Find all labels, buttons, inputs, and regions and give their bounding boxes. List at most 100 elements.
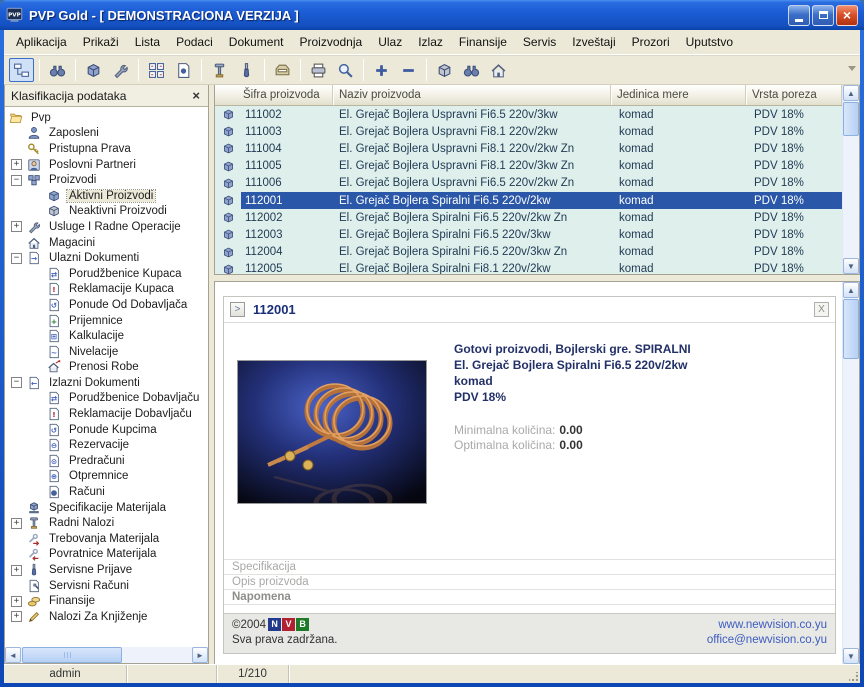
tree-item-porud-benice-dobavlja-u[interactable]: ⇄Porudžbenice Dobavljaču [5, 391, 208, 407]
tree-item-prijemnice[interactable]: +Prijemnice [5, 313, 208, 329]
tree-item-ponude-od-dobavlja-a[interactable]: ↺Ponude Od Dobavljača [5, 297, 208, 313]
tree-item-izlazni-dokumenti[interactable]: −←Izlazni Dokumenti [5, 375, 208, 391]
tree-item-poslovni-partneri[interactable]: +Poslovni Partneri [5, 157, 208, 173]
tree-item-kalkulacije[interactable]: ⊞Kalkulacije [5, 328, 208, 344]
tree-item-zaposleni[interactable]: Zaposleni [5, 126, 208, 142]
tree-item-magacini[interactable]: Magacini [5, 235, 208, 251]
tree-item-trebovanja-materijala[interactable]: Trebovanja Materijala [5, 531, 208, 547]
tree-item-otpremnice[interactable]: ⊕Otpremnice [5, 469, 208, 485]
tree-item-povratnice-materijala[interactable]: Povratnice Materijala [5, 547, 208, 563]
table-row-112002[interactable]: 112002El. Grejač Bojlera Spiralni Fi6.5 … [215, 209, 842, 226]
table-row-111003[interactable]: 111003El. Grejač Bojlera Uspravni Fi8.1 … [215, 123, 842, 140]
expander-plus-icon[interactable]: + [11, 159, 22, 170]
menu-izlaz[interactable]: Izlaz [410, 32, 451, 52]
menu-finansije[interactable]: Finansije [451, 32, 515, 52]
tree-item-nalozi-za-knji-enje[interactable]: +Nalozi Za Knjiženje [5, 609, 208, 625]
expander-plus-icon[interactable]: + [11, 565, 22, 576]
table-row-111004[interactable]: 111004El. Grejač Bojlera Uspravni Fi8.1 … [215, 140, 842, 157]
toolbar-overflow-icon[interactable] [848, 66, 856, 71]
menu-ulaz[interactable]: Ulaz [370, 32, 410, 52]
menu-servis[interactable]: Servis [515, 32, 564, 52]
section-napomena[interactable]: Napomena [224, 589, 835, 605]
email-link[interactable]: office@newvision.co.yu [707, 633, 827, 648]
minimize-button[interactable] [788, 5, 810, 26]
tree-item-predra-uni[interactable]: ⊙Predračuni [5, 453, 208, 469]
column-header-unit[interactable]: Jedinica mere [611, 85, 746, 105]
table-row-111006[interactable]: 111006El. Grejač Bojlera Uspravni Fi6.5 … [215, 175, 842, 192]
tree-item-prenosi-robe[interactable]: Prenosi Robe [5, 360, 208, 376]
resize-grip[interactable] [844, 665, 860, 683]
table-row-112004[interactable]: 112004El. Grejač Bojlera Spiralni Fi6.5 … [215, 244, 842, 261]
expander-plus-icon[interactable]: + [11, 611, 22, 622]
tree-item-pvp[interactable]: Pvp [5, 110, 208, 126]
expander-minus-icon[interactable]: − [11, 253, 22, 264]
table-vertical-scrollbar[interactable]: ▲ ▼ [842, 85, 859, 274]
menu-dokument[interactable]: Dokument [221, 32, 292, 52]
expander-minus-icon[interactable]: − [11, 377, 22, 388]
menu-podaci[interactable]: Podaci [168, 32, 221, 52]
home-button[interactable] [486, 58, 511, 82]
section-specifikacija[interactable]: Specifikacija [224, 559, 835, 574]
find-button[interactable] [459, 58, 484, 82]
calculations-button[interactable] [144, 58, 169, 82]
tree-item-nivelacije[interactable]: ~Nivelacije [5, 344, 208, 360]
service-orders-button[interactable] [234, 58, 259, 82]
table-row-111002[interactable]: 111002El. Grejač Bojlera Uspravni Fi6.5 … [215, 106, 842, 123]
column-header-code[interactable]: Šifra proizvoda [215, 85, 333, 105]
expander-plus-icon[interactable]: + [11, 596, 22, 607]
detail-vertical-scrollbar[interactable]: ▲ ▼ [842, 282, 859, 664]
tree-item-ponude-kupcima[interactable]: ↺Ponude Kupcima [5, 422, 208, 438]
scroll-right-icon[interactable]: ► [192, 647, 208, 663]
menu-izve-taji[interactable]: Izveštaji [564, 32, 623, 52]
tree-horizontal-scrollbar[interactable]: ◄ ► [5, 647, 208, 663]
table-row-112001[interactable]: 112001El. Grejač Bojlera Spiralni Fi6.5 … [215, 192, 842, 209]
section-opis-proizvoda[interactable]: Opis proizvoda [224, 574, 835, 589]
tree-item-reklamacije-kupaca[interactable]: !Reklamacije Kupaca [5, 282, 208, 298]
tree-item-usluge-i-radne-operacije[interactable]: +Usluge I Radne Operacije [5, 219, 208, 235]
detail-expand-button[interactable]: > [230, 302, 245, 317]
detail-close-button[interactable]: X [814, 302, 829, 317]
scrollbar-track[interactable] [843, 360, 859, 648]
table-row-111005[interactable]: 111005El. Grejač Bojlera Uspravni Fi8.1 … [215, 158, 842, 175]
scrollbar-thumb[interactable] [22, 647, 122, 663]
tree-item-reklamacije-dobavlja-u[interactable]: !Reklamacije Dobavljaču [5, 406, 208, 422]
tree-item-ra-uni[interactable]: ●Računi [5, 484, 208, 500]
data-button[interactable] [432, 58, 457, 82]
scrollbar-track[interactable] [843, 137, 859, 258]
scroll-left-icon[interactable]: ◄ [5, 647, 21, 663]
website-link[interactable]: www.newvision.co.yu [707, 618, 827, 633]
tree-item-proizvodi[interactable]: −Proizvodi [5, 172, 208, 188]
maximize-button[interactable] [812, 5, 834, 26]
column-header-name[interactable]: Naziv proizvoda [333, 85, 611, 105]
menu-prika-i[interactable]: Prikaži [75, 32, 127, 52]
scroll-up-icon[interactable]: ▲ [843, 282, 859, 298]
print-preview-button[interactable] [333, 58, 358, 82]
scroll-up-icon[interactable]: ▲ [843, 85, 859, 101]
tree-item-pristupna-prava[interactable]: Pristupna Prava [5, 141, 208, 157]
add-button[interactable] [369, 58, 394, 82]
expander-plus-icon[interactable]: + [11, 518, 22, 529]
scrollbar-thumb[interactable] [843, 102, 859, 136]
panel-close-icon[interactable]: × [190, 88, 202, 103]
menu-prozori[interactable]: Prozori [624, 32, 678, 52]
expander-minus-icon[interactable]: − [11, 175, 22, 186]
documents-button[interactable] [171, 58, 196, 82]
table-row-112005[interactable]: 112005El. Grejač Bojlera Spiralni Fi8.1 … [215, 261, 842, 274]
tree-item-specifikacije-materijala[interactable]: Specifikacije Materijala [5, 500, 208, 516]
menu-uputstvo[interactable]: Uputstvo [678, 32, 741, 52]
scrollbar-track[interactable] [123, 647, 192, 663]
scroll-down-icon[interactable]: ▼ [843, 648, 859, 664]
tree-item-radni-nalozi[interactable]: +Radni Nalozi [5, 515, 208, 531]
tree-item-finansije[interactable]: +Finansije [5, 593, 208, 609]
tree-item-ulazni-dokumenti[interactable]: −→Ulazni Dokumenti [5, 250, 208, 266]
table-row-112003[interactable]: 112003El. Grejač Bojlera Spiralni Fi6.5 … [215, 226, 842, 243]
remove-button[interactable] [396, 58, 421, 82]
menu-lista[interactable]: Lista [127, 32, 168, 52]
tree-item-servisne-prijave[interactable]: +Servisne Prijave [5, 562, 208, 578]
services-button[interactable] [108, 58, 133, 82]
scroll-down-icon[interactable]: ▼ [843, 258, 859, 274]
menu-proizvodnja[interactable]: Proizvodnja [291, 32, 370, 52]
products-button[interactable] [81, 58, 106, 82]
register-button[interactable] [270, 58, 295, 82]
tree-item-servisni-ra-uni[interactable]: Servisni Računi [5, 578, 208, 594]
